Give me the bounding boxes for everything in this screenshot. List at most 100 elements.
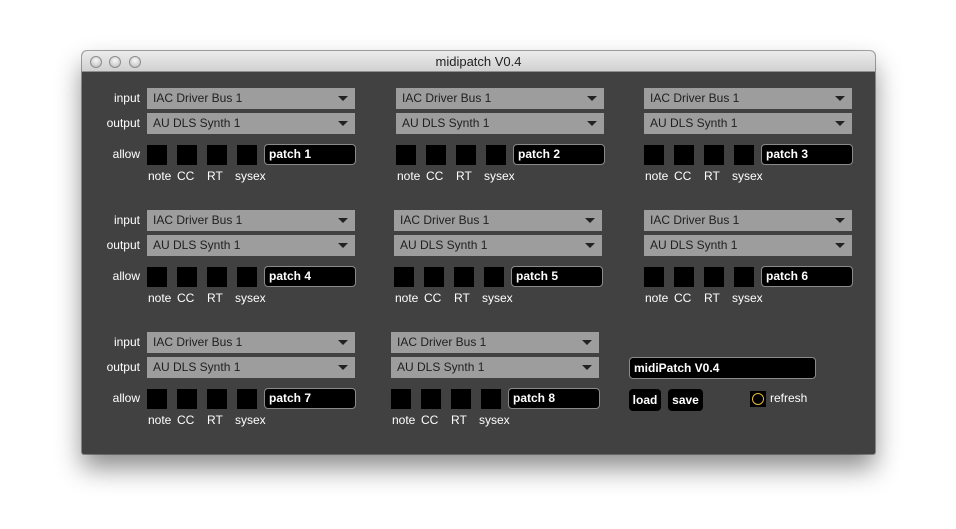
input-dropdown[interactable]: IAC Driver Bus 1 <box>147 88 355 109</box>
filter-label-rt: RT <box>207 169 223 183</box>
allow-note-checkbox[interactable] <box>147 389 167 409</box>
preset-name-field[interactable]: midiPatch V0.4 <box>629 357 816 379</box>
patch-name-field[interactable]: patch 4 <box>264 266 356 287</box>
output-dropdown[interactable]: AU DLS Synth 1 <box>147 113 355 134</box>
output-dropdown[interactable]: AU DLS Synth 1 <box>391 357 599 378</box>
allow-sysex-checkbox[interactable] <box>734 267 754 287</box>
output-dropdown-value: AU DLS Synth 1 <box>153 116 241 130</box>
patch-name-field[interactable]: patch 8 <box>508 388 600 409</box>
filter-label-note: note <box>392 413 416 427</box>
allow-sysex-checkbox[interactable] <box>237 389 257 409</box>
allow-cc-checkbox[interactable] <box>177 389 197 409</box>
allow-cc-checkbox[interactable] <box>424 267 444 287</box>
allow-cc-checkbox[interactable] <box>177 267 197 287</box>
allow-rt-checkbox[interactable] <box>454 267 474 287</box>
filter-label-rt: RT <box>207 291 223 305</box>
output-dropdown-value: AU DLS Synth 1 <box>153 360 241 374</box>
allow-sysex-checkbox[interactable] <box>237 145 257 165</box>
output-dropdown-value: AU DLS Synth 1 <box>650 238 738 252</box>
allow-rt-checkbox[interactable] <box>207 145 227 165</box>
allow-cc-checkbox[interactable] <box>421 389 441 409</box>
allow-cc-checkbox[interactable] <box>674 267 694 287</box>
filter-label-cc: CC <box>674 291 692 305</box>
patch-name-field[interactable]: patch 6 <box>761 266 853 287</box>
filter-label-cc: CC <box>177 169 195 183</box>
filter-label-note: note <box>148 291 172 305</box>
filter-label-sysex: sysex <box>732 169 763 183</box>
output-dropdown-value: AU DLS Synth 1 <box>397 360 485 374</box>
input-dropdown-value: IAC Driver Bus 1 <box>400 213 490 227</box>
patch-name-field[interactable]: patch 2 <box>513 144 605 165</box>
filter-label-sysex: sysex <box>479 413 510 427</box>
patch-name-field[interactable]: patch 5 <box>511 266 603 287</box>
input-dropdown[interactable]: IAC Driver Bus 1 <box>147 210 355 231</box>
allow-sysex-checkbox[interactable] <box>734 145 754 165</box>
allow-label: allow <box>112 147 140 161</box>
filter-label-note: note <box>148 169 172 183</box>
input-dropdown[interactable]: IAC Driver Bus 1 <box>396 88 604 109</box>
chevron-down-icon <box>338 365 348 370</box>
filter-label-cc: CC <box>674 169 692 183</box>
filter-label-note: note <box>397 169 421 183</box>
input-dropdown[interactable]: IAC Driver Bus 1 <box>644 88 852 109</box>
chevron-down-icon <box>587 121 597 126</box>
output-dropdown[interactable]: AU DLS Synth 1 <box>147 357 355 378</box>
allow-cc-checkbox[interactable] <box>426 145 446 165</box>
allow-cc-checkbox[interactable] <box>177 145 197 165</box>
input-dropdown-value: IAC Driver Bus 1 <box>153 335 243 349</box>
refresh-toggle-icon[interactable] <box>750 391 766 407</box>
allow-note-checkbox[interactable] <box>394 267 414 287</box>
filter-label-rt: RT <box>207 413 223 427</box>
allow-cc-checkbox[interactable] <box>674 145 694 165</box>
filter-label-cc: CC <box>177 413 195 427</box>
output-label: output <box>106 238 140 252</box>
patch-name-field[interactable]: patch 1 <box>264 144 356 165</box>
allow-note-checkbox[interactable] <box>644 267 664 287</box>
chevron-down-icon <box>582 365 592 370</box>
output-dropdown[interactable]: AU DLS Synth 1 <box>396 113 604 134</box>
chevron-down-icon <box>338 340 348 345</box>
chevron-down-icon <box>338 96 348 101</box>
chevron-down-icon <box>338 243 348 248</box>
allow-rt-checkbox[interactable] <box>207 267 227 287</box>
filter-label-rt: RT <box>704 169 720 183</box>
allow-note-checkbox[interactable] <box>147 145 167 165</box>
filter-label-sysex: sysex <box>484 169 515 183</box>
load-button[interactable]: load <box>629 389 661 411</box>
allow-note-checkbox[interactable] <box>391 389 411 409</box>
allow-rt-checkbox[interactable] <box>704 145 724 165</box>
filter-label-cc: CC <box>177 291 195 305</box>
allow-rt-checkbox[interactable] <box>451 389 471 409</box>
allow-sysex-checkbox[interactable] <box>481 389 501 409</box>
patch-name-field[interactable]: patch 3 <box>761 144 853 165</box>
filter-label-sysex: sysex <box>235 169 266 183</box>
input-dropdown[interactable]: IAC Driver Bus 1 <box>644 210 852 231</box>
allow-rt-checkbox[interactable] <box>456 145 476 165</box>
allow-rt-checkbox[interactable] <box>704 267 724 287</box>
input-dropdown[interactable]: IAC Driver Bus 1 <box>391 332 599 353</box>
input-dropdown-value: IAC Driver Bus 1 <box>650 91 740 105</box>
allow-rt-checkbox[interactable] <box>207 389 227 409</box>
allow-sysex-checkbox[interactable] <box>486 145 506 165</box>
output-dropdown[interactable]: AU DLS Synth 1 <box>644 113 852 134</box>
patch-name-field[interactable]: patch 7 <box>264 388 356 409</box>
allow-note-checkbox[interactable] <box>396 145 416 165</box>
output-dropdown-value: AU DLS Synth 1 <box>650 116 738 130</box>
filter-label-sysex: sysex <box>732 291 763 305</box>
midipatch-window: midipatch V0.4 input output allow IAC Drive… <box>82 51 875 454</box>
allow-note-checkbox[interactable] <box>644 145 664 165</box>
input-dropdown[interactable]: IAC Driver Bus 1 <box>394 210 602 231</box>
output-dropdown[interactable]: AU DLS Synth 1 <box>644 235 852 256</box>
filter-label-cc: CC <box>421 413 439 427</box>
output-dropdown[interactable]: AU DLS Synth 1 <box>394 235 602 256</box>
chevron-down-icon <box>338 121 348 126</box>
input-dropdown[interactable]: IAC Driver Bus 1 <box>147 332 355 353</box>
output-label: output <box>106 116 140 130</box>
save-button[interactable]: save <box>668 389 703 411</box>
output-dropdown[interactable]: AU DLS Synth 1 <box>147 235 355 256</box>
filter-label-note: note <box>645 169 669 183</box>
chevron-down-icon <box>338 218 348 223</box>
allow-sysex-checkbox[interactable] <box>484 267 504 287</box>
allow-note-checkbox[interactable] <box>147 267 167 287</box>
allow-sysex-checkbox[interactable] <box>237 267 257 287</box>
